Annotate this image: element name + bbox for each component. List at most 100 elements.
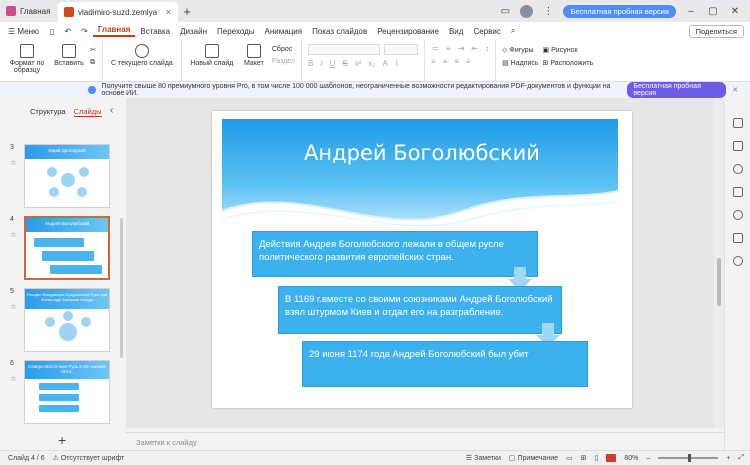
properties-icon[interactable] [732,233,743,243]
font-size-select[interactable] [384,44,419,55]
numbering-icon[interactable]: ≡ [446,44,451,53]
zoom-out-icon[interactable]: – [646,455,650,462]
layout-button[interactable]: Макет [240,44,268,67]
tab-insert[interactable]: Вставка [135,27,175,36]
justify-icon[interactable]: ≡ [466,57,471,66]
zoom-slider[interactable] [658,454,719,462]
star-icon[interactable]: ☆ [10,158,17,167]
add-slide-icon[interactable]: + [58,432,66,448]
format-painter-button[interactable]: Формат по образцу [6,44,48,74]
missing-font-status[interactable]: ⚠ Отсутствует шрифт [53,454,125,462]
trial-button[interactable]: Бесплатная пробная версия [563,4,676,18]
slide-thumb-5[interactable]: 5 ☆ Расцвет Владимиро-Суздальской Руси п… [10,288,114,356]
collapse-panel-icon[interactable]: ‹ [110,105,113,116]
notes-toggle-button[interactable]: ☰ Заметки [466,454,501,462]
italic-icon[interactable]: I [320,59,322,68]
sorter-view-icon[interactable]: ⊞ [581,454,587,462]
highlight-icon[interactable]: ⌇ [395,59,399,68]
comment-button[interactable]: ▢ Примечание [509,454,558,462]
close-tab-icon[interactable]: ✕ [165,8,172,17]
undo-icon[interactable]: ↶ [59,27,76,36]
textbox-button[interactable]: ▤ Надпись [502,59,538,67]
arrange-button[interactable]: ⊞ Расположить [543,59,594,67]
strike-icon[interactable]: S [342,59,347,68]
share-button[interactable]: Поделиться [688,24,744,38]
cut-icon[interactable]: ✂ [90,46,96,54]
fit-icon[interactable]: ⤢ [738,454,744,462]
tab-review[interactable]: Рецензирование [372,27,444,36]
reading-view-icon[interactable]: ▯ [595,454,599,462]
banner-trial-button[interactable]: Бесплатная пробная версия [627,82,727,98]
reset-button[interactable]: Сброс [272,46,295,53]
close-banner-icon[interactable]: ✕ [732,86,738,94]
help-icon[interactable] [732,256,743,266]
slide-pane-icon[interactable] [732,141,743,151]
design-icon[interactable] [732,164,743,174]
avatar[interactable] [520,4,534,18]
slide-thumb-6[interactable]: 6 ☆ Северо-Восточная Русь в XII–начале X… [10,360,114,428]
zoom-level[interactable]: 80% [624,455,638,462]
search-icon[interactable]: ⌕ [506,26,520,36]
copy-pane-icon[interactable] [732,118,743,128]
tab-view[interactable]: Вид [444,27,468,36]
animation-icon[interactable] [732,187,743,197]
star-icon[interactable]: ☆ [10,374,17,383]
minimize-icon[interactable]: – [684,6,698,17]
tab-transitions[interactable]: Переходы [212,27,260,36]
new-slide-button[interactable]: Новый слайд [188,44,236,67]
text-block-2[interactable]: В 1169 г.вместе со своими союзниками Анд… [278,286,562,334]
tab-animation[interactable]: Анимация [260,27,308,36]
tab-slides[interactable]: Слайды [73,107,102,117]
close-window-icon[interactable]: ✕ [728,6,742,17]
star-icon[interactable]: ☆ [10,302,17,311]
menu-button[interactable]: ☰ Меню [0,27,45,36]
slide-thumb-4[interactable]: 4 ☆ Андрей Боголюбский [10,216,114,284]
font-family-select[interactable] [308,44,381,55]
panel-scrollbar[interactable] [120,218,123,358]
current-slide[interactable]: Андрей Боголюбский Действия Андрея Богол… [212,111,632,408]
star-icon[interactable]: ☆ [10,230,17,239]
text-block-1[interactable]: Действия Андрея Боголюбского лежали в об… [252,231,538,277]
subscript-icon[interactable]: x₂ [368,59,375,68]
indent-icon[interactable]: ⇥ [458,44,465,53]
zoom-knob[interactable] [688,454,692,462]
section-button[interactable]: Раздел [272,58,295,65]
bold-icon[interactable]: B [308,59,313,68]
history-icon[interactable] [732,210,743,220]
home-tab[interactable]: Главная [0,0,58,22]
slide-thumb-3[interactable]: 3 ☆ Юрий Долгорукий [10,144,114,212]
scroll-thumb[interactable] [717,258,721,306]
superscript-icon[interactable]: x² [355,59,362,68]
canvas-scrollbar[interactable] [714,98,724,428]
slideshow-play-icon[interactable] [606,454,617,462]
new-tab-button[interactable]: + [178,4,196,19]
copy-icon[interactable]: ⧉ [90,59,96,67]
align-center-icon[interactable]: ≡ [443,57,448,66]
shapes-button[interactable]: ◇ Фигуры [502,46,538,54]
underline-icon[interactable]: U [330,59,336,68]
bullets-icon[interactable]: ≔ [431,44,439,53]
tab-slideshow[interactable]: Показ слайдов [307,27,372,36]
picture-button[interactable]: ▣ Рисунок [543,46,594,54]
tab-home[interactable]: Главная [92,25,136,37]
notes-area[interactable]: Заметки к слайду [126,432,724,450]
align-right-icon[interactable]: ≡ [454,57,459,66]
tab-tools[interactable]: Сервис [468,27,505,36]
tab-structure[interactable]: Структура [30,107,66,117]
paste-button[interactable]: Вставить [52,44,86,67]
from-current-button[interactable]: С текущего слайда [109,44,175,67]
maximize-icon[interactable]: ▢ [706,6,720,17]
normal-view-icon[interactable]: ▭ [566,454,573,462]
zoom-in-icon[interactable]: + [726,455,730,462]
line-spacing-icon[interactable]: ↕ [485,44,489,53]
text-block-3[interactable]: 29 июня 1174 года Андрей Боголюбский был… [302,341,588,387]
outdent-icon[interactable]: ⇤ [471,44,478,53]
font-color-icon[interactable]: A [383,59,388,68]
more-icon[interactable]: ⋮ [541,6,555,17]
slide-title[interactable]: Андрей Боголюбский [212,141,632,165]
tab-design[interactable]: Дизайн [175,27,212,36]
window-layout-icon[interactable]: ▭ [498,6,512,17]
redo-icon[interactable]: ↷ [76,27,93,36]
quick-save-icon[interactable]: ▯ [45,27,59,36]
document-tab[interactable]: vladimiro-suzd.zemlya ✕ [58,2,178,22]
